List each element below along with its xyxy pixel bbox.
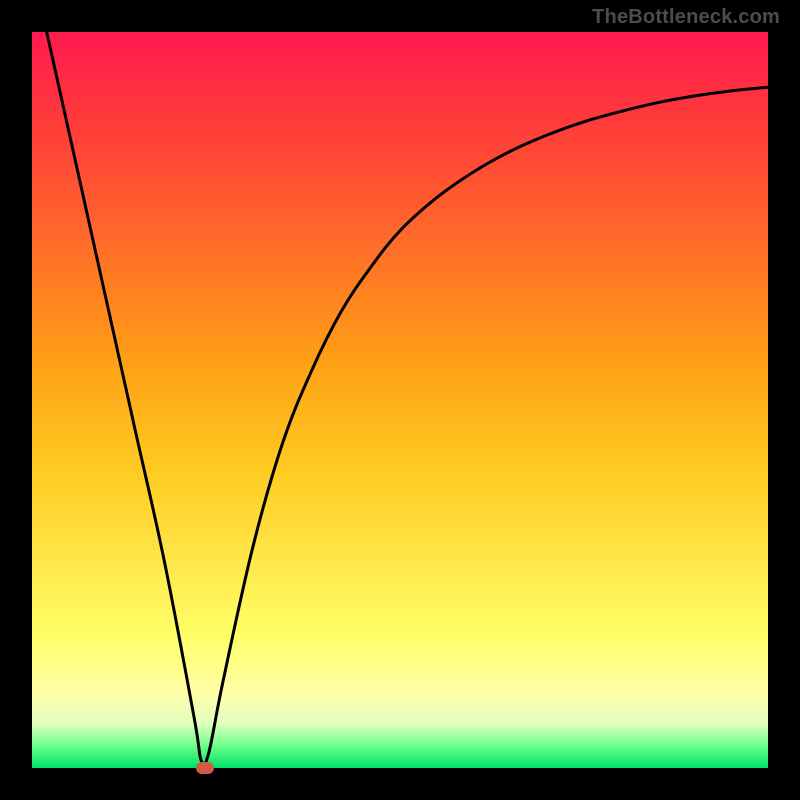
curve-svg — [32, 32, 768, 768]
attribution-label: TheBottleneck.com — [592, 6, 780, 29]
chart-frame: TheBottleneck.com — [0, 0, 800, 800]
minimum-marker — [196, 762, 214, 774]
curve-path — [47, 32, 768, 765]
plot-area — [32, 32, 768, 768]
